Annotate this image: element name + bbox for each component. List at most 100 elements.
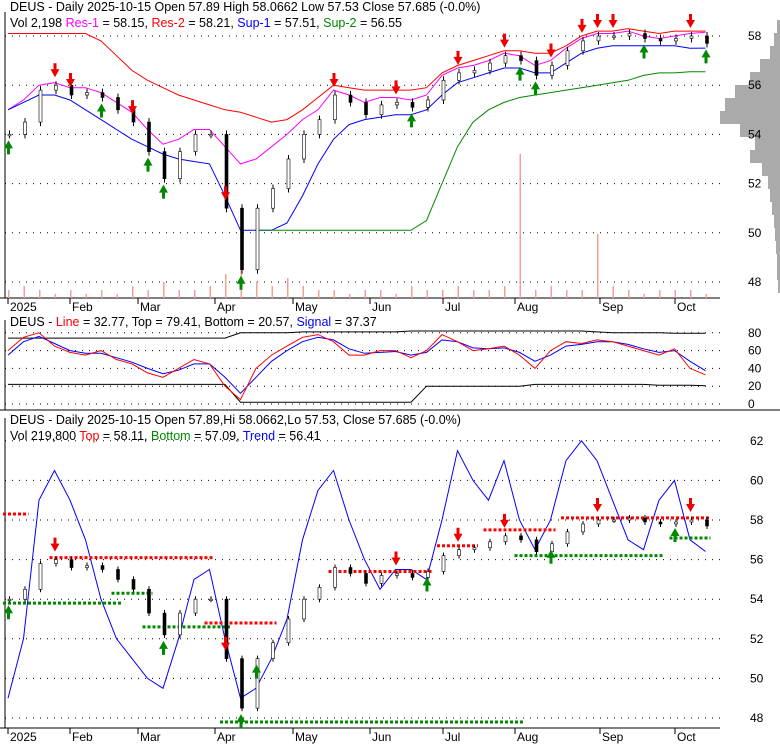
candle-body bbox=[503, 55, 508, 64]
volume-bar bbox=[597, 234, 599, 298]
stock-chart: 58 56 54 52 50 48 80 60 40 20 0 62 60 58 56 54 52 50 48 202… bbox=[0, 0, 780, 745]
volume-bar bbox=[116, 294, 118, 298]
candle-body bbox=[705, 519, 709, 527]
month-label: Jul bbox=[445, 730, 460, 744]
sell-arrow-icon bbox=[686, 498, 695, 512]
candle-body bbox=[116, 569, 120, 580]
buy-arrow-icon bbox=[701, 49, 711, 64]
sell-arrow-icon bbox=[391, 80, 401, 95]
candle-body bbox=[364, 573, 368, 584]
buy-arrow-icon bbox=[531, 81, 540, 96]
candle-body bbox=[178, 151, 182, 179]
buy-arrow-icon bbox=[143, 157, 153, 172]
month-label: Feb bbox=[72, 730, 93, 744]
candle-body bbox=[426, 571, 430, 578]
candle-body bbox=[395, 102, 399, 106]
candle-body bbox=[178, 612, 182, 636]
volume-bar bbox=[349, 294, 351, 298]
candle-body bbox=[131, 579, 136, 590]
signal-value: = 37.37 bbox=[331, 315, 377, 329]
trend-volume: Vol 219,800 bbox=[10, 429, 79, 443]
candle-body bbox=[333, 94, 337, 120]
candle-body bbox=[689, 519, 694, 523]
month-label: Feb bbox=[72, 300, 93, 314]
candle-body bbox=[348, 94, 353, 103]
sell-arrow-icon bbox=[593, 498, 602, 512]
line-values: = 32.77, Top = 79.41, Bottom = 20.57, bbox=[79, 315, 296, 329]
sup2-line bbox=[256, 71, 706, 231]
y-tick-label: 52 bbox=[750, 632, 764, 646]
y-tick-label: 54 bbox=[748, 127, 762, 141]
sell-arrow-icon bbox=[577, 18, 587, 33]
res1-value: = 58.15, bbox=[99, 16, 148, 30]
sell-arrow-icon bbox=[128, 100, 137, 115]
trend-line bbox=[7, 439, 706, 699]
volume-bar bbox=[318, 290, 320, 298]
volume-bar bbox=[163, 282, 165, 298]
volume-bar bbox=[535, 290, 537, 298]
y-tick-label: 48 bbox=[748, 275, 762, 289]
candle-body bbox=[286, 618, 291, 644]
osc-top-line bbox=[8, 330, 706, 339]
volume-bar bbox=[101, 290, 103, 298]
bottom-label: Bottom bbox=[151, 429, 191, 443]
top-label: Top bbox=[79, 429, 99, 443]
month-label: Jun bbox=[372, 730, 391, 744]
candle-body bbox=[69, 559, 74, 568]
buy-arrow-icon bbox=[159, 640, 168, 655]
volume-profile-bar bbox=[774, 215, 780, 228]
buy-arrow-icon bbox=[407, 113, 416, 128]
month-label: Mar bbox=[140, 730, 161, 744]
volume-bar bbox=[690, 290, 692, 298]
candle-body bbox=[426, 99, 430, 108]
buy-arrow-icon bbox=[159, 184, 168, 199]
candle-body bbox=[193, 134, 198, 152]
month-label: Jun bbox=[372, 300, 391, 314]
candle-body bbox=[612, 519, 616, 522]
trend-title: DEUS - Daily 2025-10-15 Open 57.89,Hi 58… bbox=[10, 413, 461, 427]
volume-profile-bar bbox=[768, 176, 780, 189]
y-tick-label: 20 bbox=[748, 379, 762, 393]
y-tick-label: 48 bbox=[750, 711, 764, 725]
candle-body bbox=[147, 121, 151, 152]
candle-body bbox=[271, 188, 275, 209]
candle-body bbox=[7, 134, 12, 137]
candle-body bbox=[85, 92, 89, 96]
candle-body bbox=[54, 559, 58, 564]
sell-arrow-icon bbox=[453, 527, 463, 542]
y-tick-label: 54 bbox=[750, 592, 764, 606]
sup1-line bbox=[7, 45, 706, 231]
candle-body bbox=[302, 598, 306, 620]
volume-bar bbox=[380, 290, 382, 298]
candle-body bbox=[100, 565, 105, 570]
volume-bar bbox=[70, 290, 72, 298]
volume-profile-bar bbox=[774, 33, 780, 46]
candle-body bbox=[23, 121, 27, 135]
volume-bar bbox=[54, 294, 56, 298]
y-tick-label: 56 bbox=[750, 553, 764, 567]
volume-profile-bar bbox=[770, 46, 780, 59]
sell-arrow-icon bbox=[50, 63, 60, 78]
volume-bar bbox=[147, 290, 149, 298]
candle-body bbox=[658, 38, 663, 42]
candle-body bbox=[457, 72, 461, 81]
candle-body bbox=[596, 519, 601, 525]
volume-bar bbox=[581, 290, 583, 298]
volume-bar bbox=[426, 290, 428, 298]
volume-bar bbox=[519, 154, 521, 298]
y-tick-label: 60 bbox=[750, 473, 764, 487]
volume-bar bbox=[364, 290, 366, 298]
bottom-value: = 57.09, bbox=[191, 429, 243, 443]
volume-bar bbox=[504, 286, 506, 298]
sell-arrow-icon bbox=[453, 50, 463, 65]
y-tick-label: 56 bbox=[748, 78, 762, 92]
volume-text: Vol 2,198 bbox=[10, 16, 62, 30]
month-label: Oct bbox=[677, 730, 696, 744]
sell-arrow-icon bbox=[608, 14, 618, 28]
candle-body bbox=[612, 35, 616, 38]
sell-arrow-icon bbox=[66, 73, 75, 88]
candle-body bbox=[472, 547, 477, 550]
signal-label: Signal bbox=[296, 315, 331, 329]
month-label: Sep bbox=[602, 730, 624, 744]
res2-value: = 58.21, bbox=[185, 16, 234, 30]
